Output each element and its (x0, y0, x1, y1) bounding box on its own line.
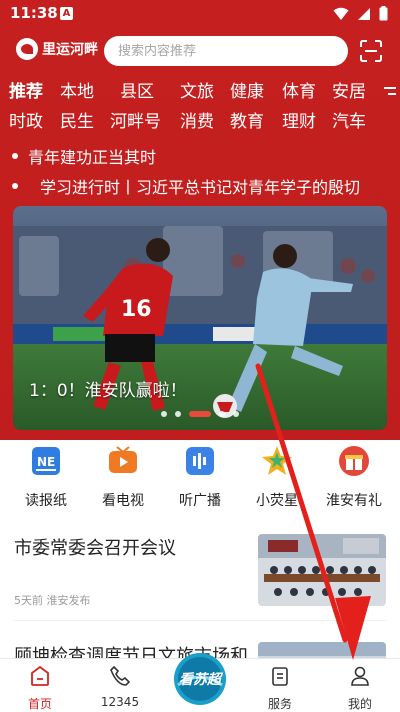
shortcut-label: 淮安有礼 (326, 493, 382, 509)
svg-text:16: 16 (121, 297, 152, 322)
gift-icon (339, 446, 369, 476)
notification-app-icon: A (60, 7, 73, 20)
tabs-menu-icon[interactable] (382, 86, 396, 96)
news-meta: 5天前 淮安发布 (14, 594, 91, 607)
tab-health[interactable]: 健康 (230, 78, 264, 106)
carousel-dot[interactable] (161, 411, 167, 417)
news-title: 市委常委会召开会议 (14, 538, 176, 559)
banner-caption: 1：0！淮安队赢啦！ (29, 381, 187, 401)
tab-county[interactable]: 县区 (120, 78, 154, 106)
nav-watch-su-super[interactable]: 看苏超 (168, 649, 232, 707)
shortcut-grid: NE 读报纸 看电视 听广播 小荧星 淮安有礼 (0, 444, 400, 514)
star-icon (262, 446, 292, 475)
tab-local[interactable]: 本地 (60, 78, 94, 106)
scan-icon[interactable] (360, 40, 382, 62)
banner-carousel[interactable]: 16 1：0！淮安队赢啦！ (13, 206, 387, 430)
tab-politics[interactable]: 时政 (9, 108, 43, 136)
headline-ticker-item[interactable]: 学习进行时丨习近平总书记对青年学子的殷切 (0, 172, 400, 200)
shortcut-listen-radio[interactable]: 听广播 (160, 444, 240, 510)
tab-riverside[interactable]: 河畔号 (110, 108, 161, 136)
nav-mine[interactable]: 我的 (320, 665, 400, 712)
nav-label: 服务 (267, 697, 292, 711)
category-tabs-row-1: 推荐 本地 县区 文旅 健康 体育 安居 (0, 78, 400, 108)
signal-icon (358, 7, 370, 20)
category-tabs-row-2: 时政 民生 河畔号 消费 教育 理财 汽车 (0, 108, 400, 138)
news-thumbnail (258, 534, 386, 606)
carousel-indicator (13, 411, 387, 417)
list-divider (14, 620, 386, 621)
tab-education[interactable]: 教育 (230, 108, 264, 136)
tab-housing[interactable]: 安居 (332, 78, 366, 106)
tv-icon (109, 446, 137, 473)
su-super-badge-text: 看苏超 (179, 672, 221, 688)
tab-auto[interactable]: 汽车 (332, 108, 366, 136)
app-screen: 11:38 A 里运河畔 推荐 本地 县区 文旅 健康 体育 安居 时政 民生 … (0, 0, 400, 712)
shortcut-read-newspaper[interactable]: NE 读报纸 (6, 444, 86, 510)
headline-text: 青年建功正当其时 (28, 148, 157, 167)
logo-text: 里运河畔 (42, 42, 98, 58)
shortcut-label: 小荧星 (256, 493, 298, 509)
tab-culture-travel[interactable]: 文旅 (180, 78, 214, 106)
home-icon (31, 665, 49, 686)
clipboard-icon (272, 667, 288, 686)
phone-icon (110, 665, 131, 686)
search-input[interactable] (104, 36, 348, 66)
nav-label: 首页 (27, 697, 52, 711)
nav-service[interactable]: 服务 (240, 665, 320, 712)
bullet-dot (12, 153, 18, 159)
bottom-navigation: 首页 12345 看苏超 服务 我的 (0, 653, 400, 712)
battery-icon (379, 6, 388, 21)
newspaper-icon: NE (32, 447, 60, 475)
shortcut-label: 听广播 (179, 493, 221, 509)
search-box[interactable] (104, 36, 348, 66)
tab-livelihood[interactable]: 民生 (60, 108, 94, 136)
app-logo[interactable]: 里运河畔 (16, 38, 98, 60)
status-icons (333, 6, 388, 21)
carousel-dot[interactable] (175, 411, 181, 417)
tab-sports[interactable]: 体育 (282, 78, 316, 106)
shortcut-label: 读报纸 (25, 493, 67, 509)
shortcut-watch-tv[interactable]: 看电视 (83, 444, 163, 510)
nav-label: 我的 (347, 697, 372, 711)
wifi-icon (333, 7, 349, 20)
tab-finance[interactable]: 理财 (282, 108, 316, 136)
status-bar: 11:38 A (0, 0, 400, 28)
carousel-dot[interactable] (219, 411, 225, 417)
shortcut-label: 看电视 (102, 493, 144, 509)
headline-text: 学习进行时丨习近平总书记对青年学子的殷切 (40, 178, 361, 197)
tab-consumption[interactable]: 消费 (180, 108, 214, 136)
bullet-dot (12, 183, 18, 189)
logo-mark-icon (16, 38, 38, 60)
nav-home[interactable]: 首页 (0, 665, 80, 712)
radio-icon (186, 447, 214, 475)
carousel-dot[interactable] (233, 411, 239, 417)
status-time: 11:38 (10, 4, 58, 22)
nav-hotline[interactable]: 12345 (80, 665, 160, 709)
carousel-dot-active[interactable] (189, 411, 211, 417)
user-icon (351, 666, 369, 686)
shortcut-little-star[interactable]: 小荧星 (237, 444, 317, 510)
svg-text:NE: NE (37, 455, 55, 469)
nav-label: 12345 (100, 695, 140, 709)
tab-recommend[interactable]: 推荐 (9, 78, 43, 106)
shortcut-huaian-gift[interactable]: 淮安有礼 (314, 444, 394, 510)
headline-ticker-item[interactable]: 青年建功正当其时 (0, 142, 400, 170)
